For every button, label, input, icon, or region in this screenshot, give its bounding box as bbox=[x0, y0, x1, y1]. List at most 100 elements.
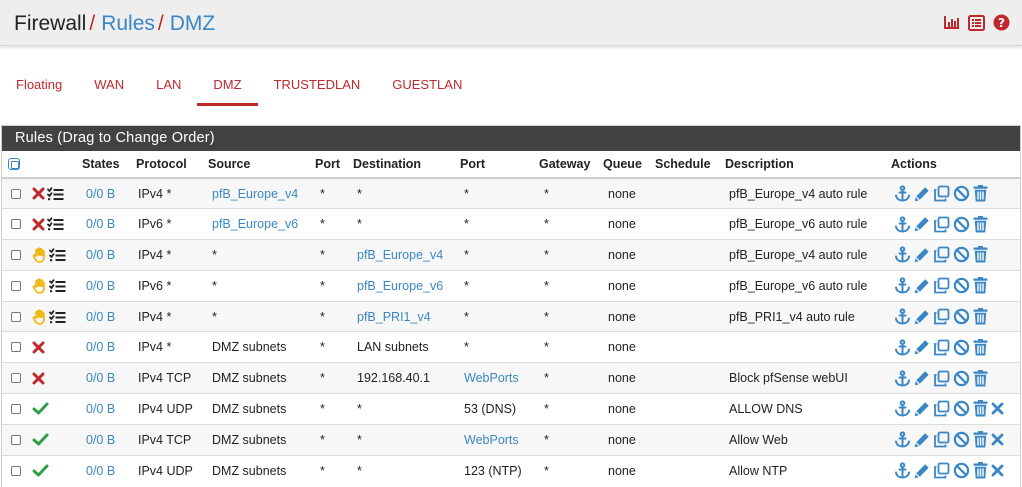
edit-pencil-icon[interactable] bbox=[914, 186, 930, 202]
checklist-icon[interactable] bbox=[49, 309, 66, 324]
row-checkbox[interactable] bbox=[11, 219, 21, 230]
row-checkbox[interactable] bbox=[11, 280, 21, 291]
table-row[interactable]: 0/0 B IPv4 * * * pfB_Europe_v4 * * none pfB_Euro… bbox=[2, 239, 1020, 271]
states-link[interactable]: 0/0 B bbox=[86, 371, 115, 385]
trash-icon[interactable] bbox=[973, 462, 988, 479]
tab-dmz[interactable]: DMZ bbox=[197, 64, 258, 106]
row-checkbox[interactable] bbox=[11, 465, 21, 476]
chart-icon[interactable] bbox=[943, 15, 960, 31]
row-checkbox[interactable] bbox=[11, 434, 21, 445]
row-checkbox[interactable] bbox=[11, 373, 21, 384]
anchor-icon[interactable] bbox=[894, 185, 911, 202]
edit-pencil-icon[interactable] bbox=[914, 309, 930, 325]
disable-icon[interactable] bbox=[953, 400, 970, 417]
states-link[interactable]: 0/0 B bbox=[86, 217, 115, 231]
states-link[interactable]: 0/0 B bbox=[86, 340, 115, 354]
destination-port-value[interactable]: WebPorts bbox=[464, 433, 519, 447]
destination-value[interactable]: pfB_PRI1_v4 bbox=[357, 310, 431, 324]
edit-pencil-icon[interactable] bbox=[914, 370, 930, 386]
checklist-icon[interactable] bbox=[49, 279, 66, 293]
edit-pencil-icon[interactable] bbox=[914, 339, 930, 355]
table-row[interactable]: 0/0 B IPv4 TCP DMZ subnets * * WebPorts * none A… bbox=[2, 423, 1020, 456]
row-checkbox[interactable] bbox=[11, 249, 21, 260]
states-link[interactable]: 0/0 B bbox=[86, 187, 115, 201]
pass-icon[interactable] bbox=[32, 402, 49, 415]
block-icon[interactable] bbox=[32, 218, 45, 231]
anchor-icon[interactable] bbox=[894, 339, 911, 356]
anchor-icon[interactable] bbox=[894, 462, 911, 479]
table-row[interactable]: 0/0 B IPv4 * pfB_Europe_v4 * * * * none pfB_Euro… bbox=[2, 177, 1020, 209]
copy-icon[interactable] bbox=[933, 277, 950, 294]
trash-icon[interactable] bbox=[973, 431, 988, 448]
table-row[interactable]: 0/0 B IPv4 UDP DMZ subnets * * 123 (NTP) * none… bbox=[2, 454, 1020, 486]
destination-value[interactable]: pfB_Europe_v6 bbox=[357, 279, 443, 293]
table-row[interactable]: 0/0 B IPv4 TCP DMZ subnets * 192.168.40.1 Web… bbox=[2, 362, 1020, 394]
edit-pencil-icon[interactable] bbox=[914, 247, 930, 263]
reject-icon[interactable] bbox=[32, 372, 45, 385]
edit-pencil-icon[interactable] bbox=[914, 278, 930, 294]
copy-icon[interactable] bbox=[933, 246, 950, 263]
copy-icon[interactable] bbox=[933, 370, 950, 387]
row-checkbox[interactable] bbox=[11, 403, 21, 414]
disable-icon[interactable] bbox=[953, 185, 970, 202]
row-checkbox[interactable] bbox=[11, 342, 21, 353]
tab-lan[interactable]: LAN bbox=[140, 64, 197, 106]
disable-icon[interactable] bbox=[953, 339, 970, 356]
edit-pencil-icon[interactable] bbox=[914, 463, 930, 479]
table-row[interactable]: 0/0 B IPv6 * pfB_Europe_v6 * * * * none pfB_Euro… bbox=[2, 208, 1020, 240]
disable-icon[interactable] bbox=[953, 216, 970, 233]
trash-icon[interactable] bbox=[973, 338, 988, 356]
anchor-icon[interactable] bbox=[894, 431, 911, 448]
breadcrumb-rules-link[interactable]: Rules bbox=[101, 12, 155, 35]
reject-icon[interactable] bbox=[32, 341, 45, 354]
table-row[interactable]: 0/0 B IPv4 * * * pfB_PRI1_v4 * * none pfB_PRI1_v… bbox=[2, 300, 1020, 332]
disable-icon[interactable] bbox=[953, 431, 970, 448]
copy-icon[interactable] bbox=[933, 431, 950, 448]
copy-icon[interactable] bbox=[933, 400, 950, 417]
disable-icon[interactable] bbox=[953, 462, 970, 479]
checklist-icon[interactable] bbox=[47, 217, 64, 231]
checklist-icon[interactable] bbox=[47, 186, 64, 201]
select-all-checkbox[interactable] bbox=[8, 158, 20, 170]
trash-icon[interactable] bbox=[973, 400, 988, 417]
anchor-icon[interactable] bbox=[894, 400, 911, 417]
table-row[interactable]: 0/0 B IPv6 * * * pfB_Europe_v6 * * none pfB_Euro… bbox=[2, 269, 1020, 302]
match-hand-icon[interactable] bbox=[32, 278, 47, 294]
states-link[interactable]: 0/0 B bbox=[86, 464, 115, 478]
edit-pencil-icon[interactable] bbox=[914, 432, 930, 448]
destination-port-value[interactable]: WebPorts bbox=[464, 371, 519, 385]
match-hand-icon[interactable] bbox=[32, 247, 47, 263]
delete-x-icon[interactable] bbox=[991, 433, 1004, 446]
disable-icon[interactable] bbox=[953, 370, 970, 387]
match-hand-icon[interactable] bbox=[32, 309, 47, 325]
anchor-icon[interactable] bbox=[894, 370, 911, 387]
anchor-icon[interactable] bbox=[894, 216, 911, 233]
states-link[interactable]: 0/0 B bbox=[86, 248, 115, 262]
states-link[interactable]: 0/0 B bbox=[86, 402, 115, 416]
states-link[interactable]: 0/0 B bbox=[86, 310, 115, 324]
block-icon[interactable] bbox=[32, 187, 45, 200]
source-value[interactable]: pfB_Europe_v6 bbox=[212, 217, 298, 231]
checklist-icon[interactable] bbox=[49, 248, 66, 262]
anchor-icon[interactable] bbox=[894, 246, 911, 263]
states-link[interactable]: 0/0 B bbox=[86, 279, 115, 293]
edit-pencil-icon[interactable] bbox=[914, 216, 930, 232]
copy-icon[interactable] bbox=[933, 339, 950, 356]
table-row[interactable]: 0/0 B IPv4 * DMZ subnets * LAN subnets * * none bbox=[2, 331, 1020, 363]
pass-icon[interactable] bbox=[32, 464, 49, 477]
table-row[interactable]: 0/0 B IPv4 UDP DMZ subnets * * 53 (DNS) * none A… bbox=[2, 393, 1020, 425]
pass-icon[interactable] bbox=[32, 433, 49, 446]
delete-x-icon[interactable] bbox=[991, 402, 1004, 415]
anchor-icon[interactable] bbox=[894, 308, 911, 325]
delete-x-icon[interactable] bbox=[991, 464, 1004, 477]
disable-icon[interactable] bbox=[953, 246, 970, 263]
tab-floating[interactable]: Floating bbox=[0, 64, 78, 106]
breadcrumb-dmz-link[interactable]: DMZ bbox=[170, 12, 216, 35]
trash-icon[interactable] bbox=[973, 185, 988, 202]
help-icon[interactable]: ? bbox=[993, 14, 1010, 31]
disable-icon[interactable] bbox=[953, 277, 970, 294]
copy-icon[interactable] bbox=[933, 308, 950, 325]
row-checkbox[interactable] bbox=[11, 188, 21, 199]
tab-wan[interactable]: WAN bbox=[78, 64, 140, 106]
trash-icon[interactable] bbox=[973, 369, 988, 387]
